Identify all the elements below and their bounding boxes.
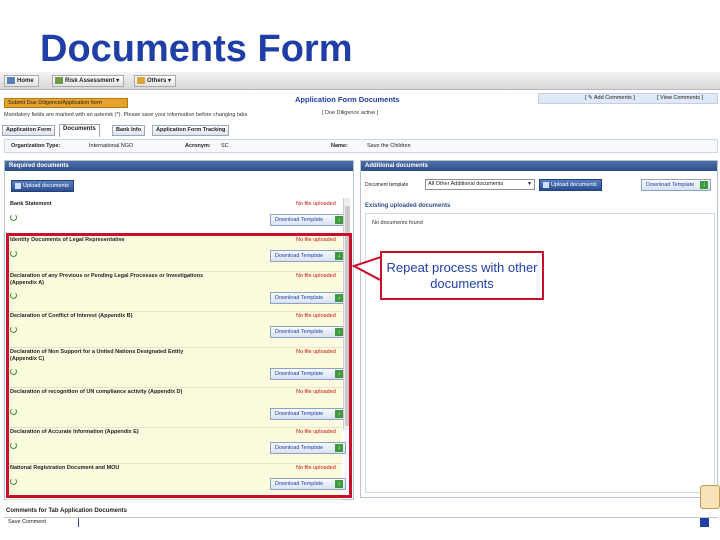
additional-download-template-button[interactable]: Download Template ↓ bbox=[641, 179, 711, 191]
document-template-select[interactable]: All Other Additional documents ▼ bbox=[425, 179, 535, 190]
download-template-button[interactable]: Download Template ↓ bbox=[270, 214, 346, 226]
name-label: Name: bbox=[331, 143, 348, 149]
organization-info: Organization Type: International NGO Acr… bbox=[4, 139, 718, 153]
save-comment-button[interactable]: Save Comment bbox=[8, 518, 46, 527]
status-text: [ Due Diligence active ] bbox=[322, 110, 379, 116]
highlight-box bbox=[6, 233, 352, 498]
additional-documents-panel: Additional documents Document template A… bbox=[360, 160, 718, 498]
comments-bar: Save Comment bbox=[4, 517, 718, 527]
tab-application-form[interactable]: Application Form bbox=[2, 125, 56, 136]
home-button[interactable]: Home bbox=[4, 75, 39, 87]
chevron-down-icon: ▼ bbox=[527, 181, 532, 187]
home-icon bbox=[7, 76, 15, 84]
comments-heading: Comments for Tab Application Documents bbox=[6, 508, 128, 514]
upload-status: No file uploaded bbox=[296, 201, 336, 207]
others-menu[interactable]: Others ▾ bbox=[134, 75, 177, 87]
add-file-icon[interactable] bbox=[10, 214, 17, 221]
comment-input[interactable] bbox=[78, 518, 79, 527]
acronym-label: Acronym: bbox=[185, 143, 211, 149]
chart-icon bbox=[55, 76, 63, 84]
additional-documents-heading: Additional documents bbox=[361, 161, 717, 171]
upload-icon bbox=[543, 181, 549, 188]
upload-icon bbox=[15, 182, 21, 189]
org-type-label: Organization Type: bbox=[11, 143, 61, 149]
folder-icon bbox=[137, 76, 145, 84]
submit-application-button[interactable]: Submit Due Diligence/Application form bbox=[4, 98, 128, 108]
tab-documents[interactable]: Documents bbox=[59, 124, 100, 137]
callout-note: Repeat process with other documents bbox=[380, 251, 544, 300]
tab-bank-info[interactable]: Bank Info bbox=[112, 125, 146, 136]
existing-documents-heading: Existing uploaded documents bbox=[365, 203, 451, 209]
no-documents-text: No documents found bbox=[372, 220, 423, 226]
name-value: Save the Children bbox=[367, 143, 411, 149]
mandatory-note: Mandatory fields are marked with an aste… bbox=[4, 112, 248, 118]
tab-application-form-tracking[interactable]: Application Form Tracking bbox=[152, 125, 230, 136]
document-name: Bank Statement bbox=[10, 201, 52, 207]
view-comments-link[interactable]: [ View Comments ] bbox=[657, 94, 703, 103]
download-icon: ↓ bbox=[335, 216, 343, 224]
save-icon[interactable] bbox=[700, 518, 709, 527]
comment-toolbar: [ ✎ Add Comments ] [ View Comments ] bbox=[538, 93, 718, 104]
slide-title: Documents Form bbox=[40, 28, 353, 70]
additional-upload-button[interactable]: Upload documents bbox=[539, 179, 602, 191]
download-icon: ↓ bbox=[700, 181, 708, 189]
top-navigation: Home Risk Assessment ▾ Others ▾ bbox=[0, 72, 720, 90]
help-widget-icon[interactable] bbox=[700, 485, 720, 509]
required-documents-heading: Required documents bbox=[5, 161, 353, 171]
org-type-value: International NGO bbox=[89, 143, 134, 149]
document-row: Bank Statement No file uploaded Download… bbox=[6, 200, 346, 236]
document-template-label: Document template bbox=[365, 182, 409, 188]
page-title: Application Form Documents bbox=[295, 95, 400, 104]
add-comments-link[interactable]: [ ✎ Add Comments ] bbox=[585, 94, 635, 103]
upload-documents-button[interactable]: Upload documents bbox=[11, 180, 74, 192]
risk-assessment-menu[interactable]: Risk Assessment ▾ bbox=[52, 75, 125, 87]
acronym-value: SC bbox=[221, 143, 229, 149]
